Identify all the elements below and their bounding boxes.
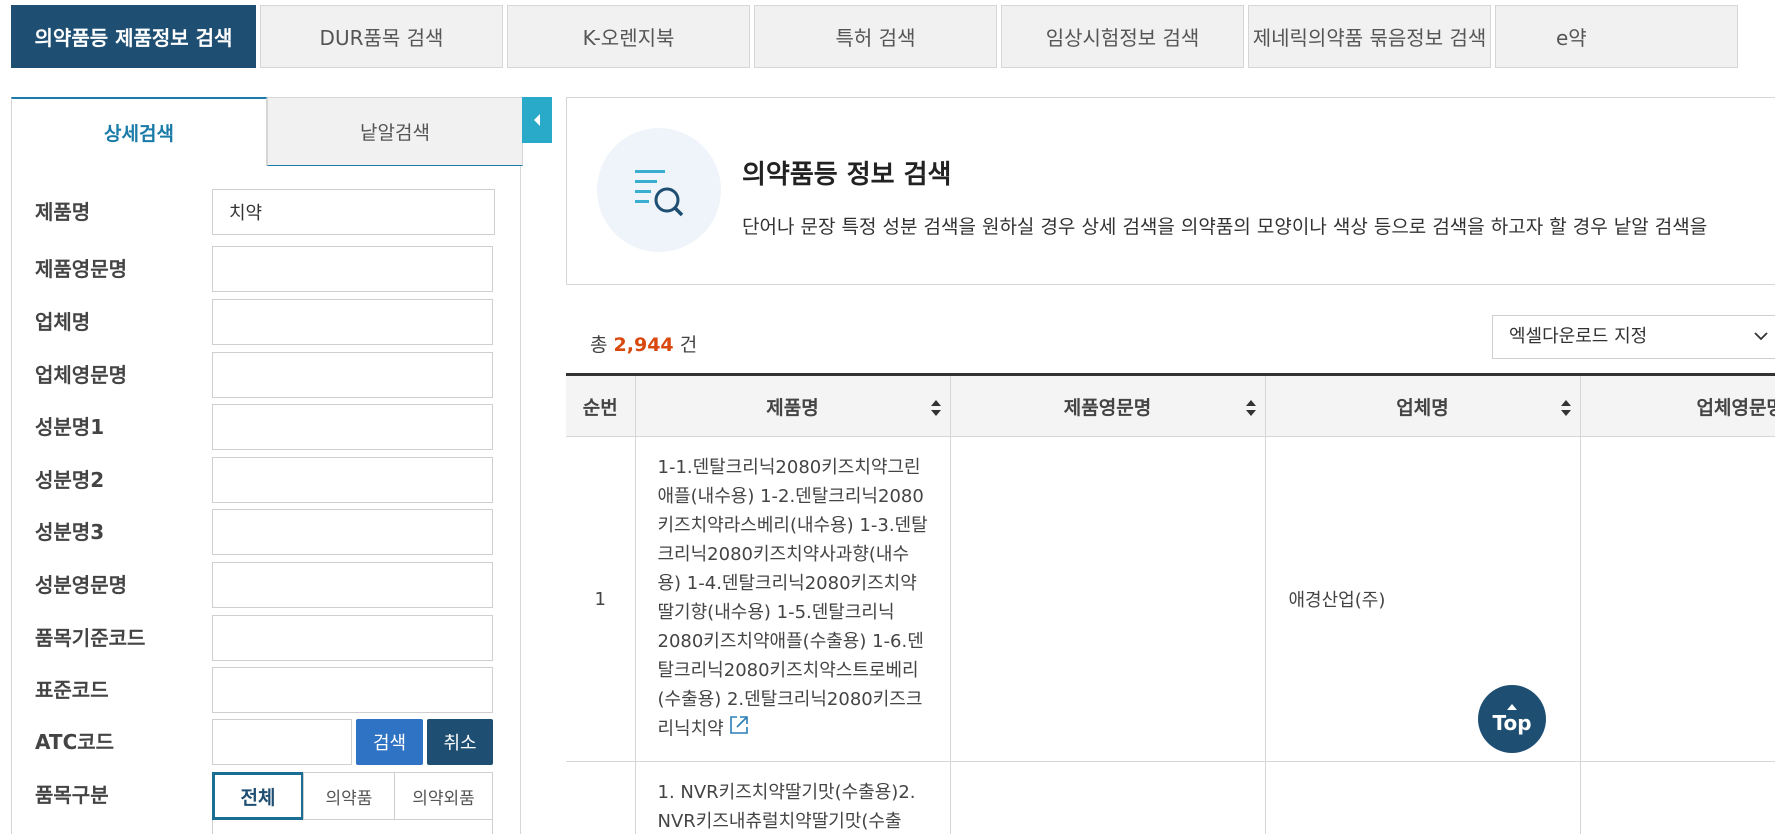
company-en-input[interactable] xyxy=(212,352,493,398)
sort-icon[interactable] xyxy=(930,398,942,418)
category-label: 품목구분 xyxy=(35,783,109,807)
ingredient3-input[interactable] xyxy=(212,509,493,555)
info-title: 의약품등 정보 검색 xyxy=(742,160,952,190)
category-medicine[interactable]: 의약품 xyxy=(303,772,395,820)
product-name-en-input[interactable] xyxy=(212,246,493,292)
table-row: 1 1-1.덴탈크리닉2080키즈치약그린애플(내수용) 1-2.덴탈크리닉20… xyxy=(566,436,1775,762)
category-row-continuation xyxy=(212,820,493,834)
tab-pill-search[interactable]: 낱알검색 xyxy=(267,97,523,166)
product-name-input[interactable] xyxy=(212,189,495,235)
col-company-en[interactable]: 업체영문명 xyxy=(1580,373,1775,437)
item-code-label: 품목기준코드 xyxy=(35,626,146,650)
caret-up-icon xyxy=(1507,704,1517,710)
search-button[interactable]: 검색 xyxy=(356,719,423,765)
col-product-name[interactable]: 제품명 xyxy=(635,373,951,437)
row-product-name: 제품명 xyxy=(12,189,522,235)
row-product-name-en: 제품영문명 xyxy=(12,246,522,292)
row-company-en xyxy=(1580,761,1775,834)
row-company: 업체명 xyxy=(12,299,522,345)
product-name-en-label: 제품영문명 xyxy=(35,257,127,281)
company-input[interactable] xyxy=(212,299,493,345)
ingredient2-input[interactable] xyxy=(212,457,493,503)
product-name-link[interactable]: 1-1.덴탈크리닉2080키즈치약그린애플(내수용) 1-2.덴탈크리닉2080… xyxy=(658,457,928,740)
info-description: 단어나 문장 특정 성분 검색을 원하실 경우 상세 검색을 의약품의 모양이나… xyxy=(742,216,1708,238)
row-company-en: 업체영문명 xyxy=(12,352,522,398)
scroll-top-button[interactable]: Top xyxy=(1478,685,1546,753)
atc-code-input[interactable] xyxy=(212,719,352,765)
table-header-row: 순번 제품명 제품영문명 업체명 업체영문명 xyxy=(566,373,1775,437)
excel-download-select[interactable]: 엑셀다운로드 지정 xyxy=(1492,315,1775,359)
company-label: 업체명 xyxy=(35,310,91,334)
total-suffix: 건 xyxy=(679,334,698,356)
col-no-label: 순번 xyxy=(582,396,618,419)
ingredient3-label: 성분명3 xyxy=(35,520,105,544)
panel-collapse-button[interactable] xyxy=(522,97,552,143)
col-product-name-en[interactable]: 제품영문명 xyxy=(950,373,1266,437)
ingredient1-input[interactable] xyxy=(212,404,493,450)
row-product-name-en xyxy=(950,436,1266,762)
sort-icon[interactable] xyxy=(1245,398,1257,418)
row-product-name-cell: 1. NVR키즈치약딸기맛(수출용)2. NVR키즈내츄럴치약딸기맛(수출 xyxy=(635,761,951,834)
col-product-name-en-label: 제품영문명 xyxy=(1063,396,1152,419)
standard-code-input[interactable] xyxy=(212,667,493,713)
tab-patent-search[interactable]: 특허 검색 xyxy=(754,5,997,68)
row-company-en xyxy=(1580,436,1775,762)
arrow-left-icon xyxy=(534,114,540,126)
row-no xyxy=(566,761,636,834)
total-prefix: 총 xyxy=(590,334,608,356)
sort-icon[interactable] xyxy=(1560,398,1572,418)
company-en-label: 업체영문명 xyxy=(35,363,127,387)
category-all[interactable]: 전체 xyxy=(212,772,304,820)
results-table: 순번 제품명 제품영문명 업체명 업체영문명 1 1-1.덴탈크리닉2080키즈… xyxy=(566,373,1775,834)
atc-code-label: ATC코드 xyxy=(35,730,115,754)
standard-code-label: 표준코드 xyxy=(35,678,109,702)
col-no: 순번 xyxy=(566,373,636,437)
row-product-name-en xyxy=(950,761,1266,834)
tab-clinical-trial-search[interactable]: 임상시험정보 검색 xyxy=(1001,5,1244,68)
row-category: 품목구분 전체 의약품 의약외품 xyxy=(12,772,522,834)
cancel-button[interactable]: 취소 xyxy=(427,719,493,765)
chevron-down-icon xyxy=(1753,316,1769,374)
top-button-label: Top xyxy=(1492,711,1532,735)
row-ingredient3: 성분명3 xyxy=(12,509,522,555)
page-root: 의약품등 제품정보 검색 DUR품목 검색 K-오렌지북 특허 검색 임상시험정… xyxy=(0,0,1775,834)
row-ingredient1: 성분명1 xyxy=(12,404,522,450)
ingredient-en-label: 성분영문명 xyxy=(35,573,127,597)
ingredient2-label: 성분명2 xyxy=(35,468,105,492)
info-box: 의약품등 정보 검색 단어나 문장 특정 성분 검색을 원하실 경우 상세 검색… xyxy=(566,97,1775,285)
search-panel: 상세검색 낱알검색 제품명 제품영문명 업체명 업체영문명 성분명1 성분명2 … xyxy=(11,97,523,834)
tab-product-info-search[interactable]: 의약품등 제품정보 검색 xyxy=(11,5,256,68)
col-company[interactable]: 업체명 xyxy=(1265,373,1581,437)
col-company-label: 업체명 xyxy=(1396,396,1449,419)
external-link-icon[interactable] xyxy=(728,714,750,745)
row-company xyxy=(1265,761,1581,834)
tab-generic-bundle-search[interactable]: 제네릭의약품 묶음정보 검색 xyxy=(1248,5,1491,68)
top-tabs: 의약품등 제품정보 검색 DUR품목 검색 K-오렌지북 특허 검색 임상시험정… xyxy=(11,5,1775,68)
row-atc-code: ATC코드 검색 취소 xyxy=(12,719,522,765)
category-quasi-drug[interactable]: 의약외품 xyxy=(394,772,493,820)
result-total: 총 2,944 건 xyxy=(590,330,697,357)
tab-dur-search[interactable]: DUR품목 검색 xyxy=(260,5,503,68)
col-company-en-label: 업체영문명 xyxy=(1696,396,1775,419)
tab-e-yak[interactable]: e약 xyxy=(1495,5,1738,68)
col-product-name-label: 제품명 xyxy=(766,396,819,419)
row-no: 1 xyxy=(566,436,636,762)
row-ingredient2: 성분명2 xyxy=(12,457,522,503)
row-item-code: 품목기준코드 xyxy=(12,615,522,661)
product-name-label: 제품명 xyxy=(35,200,91,224)
product-name-link[interactable]: 1. NVR키즈치약딸기맛(수출용)2. NVR키즈내츄럴치약딸기맛(수출 xyxy=(658,782,916,832)
tab-detail-search[interactable]: 상세검색 xyxy=(11,97,267,166)
row-product-name-cell: 1-1.덴탈크리닉2080키즈치약그린애플(내수용) 1-2.덴탈크리닉2080… xyxy=(635,436,951,762)
search-document-icon xyxy=(597,128,721,252)
ingredient1-label: 성분명1 xyxy=(35,415,105,439)
total-count: 2,944 xyxy=(613,334,674,356)
tab-k-orangebook[interactable]: K-오렌지북 xyxy=(507,5,750,68)
row-ingredient-en: 성분영문명 xyxy=(12,562,522,608)
row-standard-code: 표준코드 xyxy=(12,667,522,713)
excel-select-value: 엑셀다운로드 지정 xyxy=(1509,326,1648,347)
table-row: 1. NVR키즈치약딸기맛(수출용)2. NVR키즈내츄럴치약딸기맛(수출 xyxy=(566,761,1775,834)
ingredient-en-input[interactable] xyxy=(212,562,493,608)
item-code-input[interactable] xyxy=(212,615,493,661)
